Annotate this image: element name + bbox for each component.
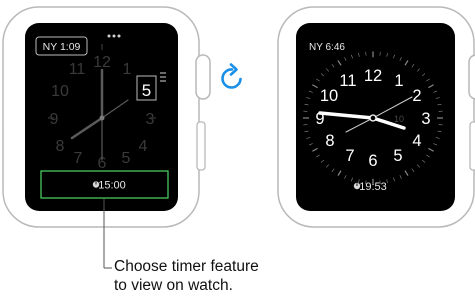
- right-numeral-5: 5: [393, 147, 402, 165]
- left-numeral-8: 8: [56, 138, 65, 155]
- right-numeral-4: 4: [412, 132, 421, 150]
- left-nytime-text: NY 1:09: [43, 41, 81, 53]
- right-numeral-8: 8: [325, 132, 334, 150]
- right-timer-text: 19:53: [359, 181, 387, 193]
- right-numeral-12: 12: [364, 67, 382, 85]
- left-numeral-10: 10: [51, 83, 69, 100]
- left-numeral-5: 5: [122, 150, 131, 167]
- left-numeral-7: 7: [74, 150, 83, 167]
- right-nytime-text: NY 6:46: [309, 42, 345, 53]
- right-numeral-2: 2: [412, 87, 421, 105]
- left-numeral-9: 9: [50, 111, 59, 128]
- right-numeral-1: 1: [394, 72, 403, 90]
- left-watch: 12 1 11 10 9 3 8 4 7 6 5 NY 1:09 5 15:00: [2, 6, 211, 228]
- right-numeral-3: 3: [421, 110, 430, 128]
- callout-line-1: Choose timer feature: [114, 258, 259, 275]
- left-timer-text: 15:00: [98, 180, 126, 192]
- left-page-dots: [107, 34, 121, 38]
- right-numeral-7: 7: [345, 147, 354, 165]
- right-subdial-value: 10: [394, 114, 404, 124]
- left-hands-hub: [99, 115, 105, 121]
- right-numeral-10: 10: [320, 87, 338, 105]
- left-date-text: 5: [142, 81, 151, 100]
- callout-line-2: to view on watch.: [114, 277, 233, 294]
- left-numeral-1: 1: [123, 61, 132, 78]
- right-hands-hub: [369, 114, 377, 122]
- digital-crown-rotate-icon: [221, 63, 242, 89]
- right-watch: NY 6:46 12 1 11 10 2 9 3 8 4 7 6 5 10 19…: [277, 6, 475, 228]
- right-digital-crown[interactable]: [468, 54, 475, 100]
- right-numeral-6: 6: [368, 152, 377, 170]
- left-side-button[interactable]: [196, 121, 206, 171]
- left-scroll-indicator: [160, 72, 166, 82]
- left-numeral-4: 4: [139, 138, 148, 155]
- left-numeral-11: 11: [69, 61, 86, 78]
- right-side-button[interactable]: [469, 121, 475, 171]
- left-digital-crown[interactable]: [195, 54, 211, 100]
- left-numeral-3: 3: [146, 111, 155, 128]
- callout-text: Choose timer feature to view on watch.: [114, 257, 259, 295]
- left-numeral-12: 12: [93, 54, 111, 71]
- right-numeral-11: 11: [339, 72, 356, 90]
